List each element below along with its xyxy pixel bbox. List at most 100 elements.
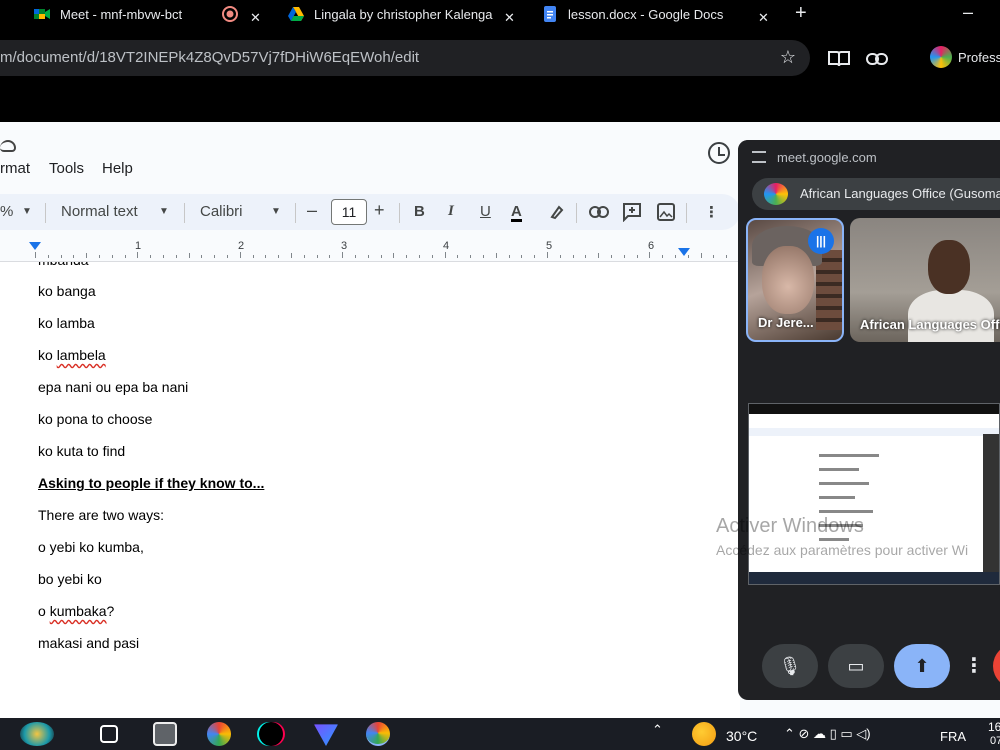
horizontal-ruler[interactable]: 1 2 3 4 5 6 — [0, 238, 740, 262]
link-icon[interactable] — [866, 52, 888, 66]
new-tab-button[interactable]: + — [795, 2, 807, 25]
hidden-icons-chevron-icon[interactable]: ⌃ — [652, 722, 663, 738]
chevron-down-icon[interactable]: ▼ — [271, 206, 281, 217]
menu-format[interactable]: rmat — [0, 160, 30, 177]
participant-video — [762, 246, 814, 314]
ruler-tick — [636, 255, 638, 258]
tab-meet[interactable]: Meet - mnf-mbvw-bct — [34, 0, 182, 28]
google-drive-icon — [288, 7, 304, 21]
document-page[interactable]: mbanda ko banga ko lamba ko lambela epa … — [0, 262, 740, 718]
ruler-tick — [47, 255, 49, 258]
text-color-icon[interactable]: A — [511, 204, 522, 222]
insert-image-icon[interactable] — [657, 203, 675, 221]
doc-line[interactable]: ko lamba — [38, 315, 95, 331]
temperature-label[interactable]: 30°C — [726, 728, 757, 744]
doc-line[interactable]: makasi and pasi — [38, 635, 139, 651]
more-options-icon[interactable]: ⋮ — [704, 203, 719, 221]
present-screen-icon[interactable]: ⬆ — [894, 644, 950, 688]
call-controls: 🎙 ▭ ⬆ ⋮ — [738, 640, 1000, 700]
preview-text-line — [819, 510, 873, 513]
ruler-tick — [457, 255, 459, 258]
font-select[interactable]: Calibri — [200, 203, 243, 220]
participant-tile[interactable]: African Languages Offi — [850, 218, 1000, 342]
highlight-pen-icon[interactable] — [549, 204, 565, 220]
doc-line[interactable]: ko banga — [38, 283, 96, 299]
chrome-active-icon[interactable] — [366, 722, 390, 746]
doc-word: ko — [38, 347, 57, 363]
meeting-name-chip[interactable]: African Languages Office (Gusoma — [752, 178, 1000, 210]
misspelled-word[interactable]: lambela — [57, 347, 106, 363]
doc-line[interactable]: epa nani ou epa ba nani — [38, 379, 188, 395]
italic-icon[interactable]: I — [448, 203, 454, 220]
meet-pip-window[interactable]: meet.google.com African Languages Office… — [738, 140, 1000, 700]
zoom-select[interactable]: % — [0, 203, 13, 220]
minimize-window-button[interactable]: – — [963, 2, 973, 23]
indent-marker-icon[interactable] — [29, 242, 41, 250]
ruler-tick — [201, 255, 203, 258]
doc-line[interactable]: ko kuta to find — [38, 443, 125, 459]
meeting-avatar — [764, 183, 788, 205]
bookmark-star-icon[interactable]: ☆ — [780, 47, 796, 68]
camera-icon[interactable]: ▭ — [828, 644, 884, 688]
preview-text-line — [819, 454, 879, 457]
misspelled-word[interactable]: kumbaka — [50, 603, 107, 619]
windows-taskbar: ⌃ 30°C ⌃ ⊘ ☁ ▯ ▭ ◁) FRA 16 07 — [0, 718, 1000, 750]
profile-button[interactable]: Profess — [930, 46, 1000, 68]
add-comment-icon[interactable] — [622, 202, 642, 222]
doc-heading-line[interactable]: Asking to people if they know to... — [38, 475, 264, 491]
leave-call-icon[interactable] — [993, 644, 1000, 688]
browser-tab-strip: Meet - mnf-mbvw-bct ✕ Lingala by christo… — [0, 0, 1000, 28]
more-options-icon[interactable]: ⋮ — [960, 644, 988, 688]
app-calculator-icon[interactable] — [153, 722, 177, 746]
tiktok-icon[interactable] — [259, 722, 283, 746]
ruler-tick — [111, 255, 113, 258]
paragraph-style-select[interactable]: Normal text — [61, 203, 138, 220]
version-history-icon[interactable] — [708, 142, 730, 164]
increase-font-size-button[interactable]: + — [374, 200, 385, 221]
address-bar[interactable]: m/document/d/18VT2INEPk4Z8QvD57Vj7fDHiW6… — [0, 40, 810, 76]
task-view-icon[interactable] — [100, 725, 118, 743]
vpn-icon[interactable] — [314, 724, 338, 746]
clock-time[interactable]: 16 — [988, 720, 1000, 734]
system-tray-icons[interactable]: ⌃ ⊘ ☁ ▯ ▭ ◁) — [784, 726, 871, 742]
ruler-tick — [355, 255, 356, 258]
participant-tile[interactable]: ||| Dr Jere... — [746, 218, 844, 342]
bold-icon[interactable]: B — [414, 203, 425, 220]
pip-title-bar[interactable]: meet.google.com — [738, 140, 1000, 176]
underline-icon[interactable]: U — [480, 203, 491, 220]
chrome-icon[interactable] — [207, 722, 231, 746]
ruler-tick — [278, 255, 280, 258]
site-settings-icon[interactable] — [752, 151, 766, 163]
doc-line[interactable]: There are two ways: — [38, 507, 164, 523]
decrease-font-size-button[interactable]: – — [307, 200, 317, 221]
chevron-down-icon[interactable]: ▼ — [22, 206, 32, 217]
ruler-tick — [559, 255, 561, 258]
doc-line[interactable]: mbanda — [38, 262, 89, 268]
docs-toolbar: % ▼ Normal text ▼ Calibri ▼ – 11 + B I U… — [0, 194, 740, 230]
ruler-tick — [227, 255, 228, 258]
menu-help[interactable]: Help — [102, 160, 133, 177]
ruler-tick — [508, 255, 510, 258]
menu-tools[interactable]: Tools — [49, 160, 84, 177]
doc-line[interactable]: bo yebi ko — [38, 571, 102, 587]
chevron-down-icon[interactable]: ▼ — [159, 206, 169, 217]
ruler-tick — [303, 255, 305, 258]
ruler-tick — [239, 252, 241, 258]
clock-date[interactable]: 07 — [990, 735, 1000, 747]
microphone-icon[interactable]: 🎙 — [762, 644, 818, 688]
insert-link-icon[interactable] — [589, 206, 609, 218]
doc-line[interactable]: ko pona to choose — [38, 411, 152, 427]
reading-mode-icon[interactable] — [828, 50, 850, 68]
doc-line[interactable]: o kumbaka? — [38, 603, 114, 619]
widgets-icon[interactable] — [20, 722, 54, 746]
weather-sun-icon[interactable] — [692, 722, 716, 746]
url-text[interactable]: m/document/d/18VT2INEPk4Z8QvD57Vj7fDHiW6… — [0, 49, 419, 66]
doc-line[interactable]: o yebi ko kumba, — [38, 539, 144, 555]
input-language-label[interactable]: FRA — [940, 729, 966, 744]
tab-docs[interactable]: lesson.docx - Google Docs — [542, 0, 723, 28]
doc-line[interactable]: ko lambela — [38, 347, 106, 363]
font-size-input[interactable]: 11 — [331, 199, 367, 225]
tab-recording[interactable] — [222, 0, 248, 28]
tab-drive[interactable]: Lingala by christopher Kalenga — [288, 0, 493, 28]
participant-name: Dr Jere... — [758, 315, 814, 330]
